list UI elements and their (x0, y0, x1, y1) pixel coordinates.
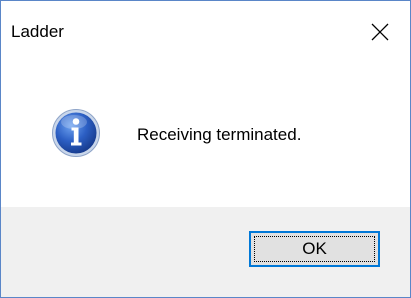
dialog-content: Receiving terminated. (1, 63, 410, 207)
ok-button-label: OK (254, 236, 375, 262)
info-icon (52, 109, 100, 157)
title-bar: Ladder (1, 1, 410, 63)
window-title: Ladder (11, 22, 64, 41)
close-icon (371, 23, 389, 41)
ok-button[interactable]: OK (249, 231, 380, 267)
close-button[interactable] (350, 1, 410, 63)
message-dialog: Ladder Receiving terminated. OK (0, 0, 411, 298)
button-bar: OK (1, 207, 410, 297)
message-text: Receiving terminated. (137, 125, 302, 144)
